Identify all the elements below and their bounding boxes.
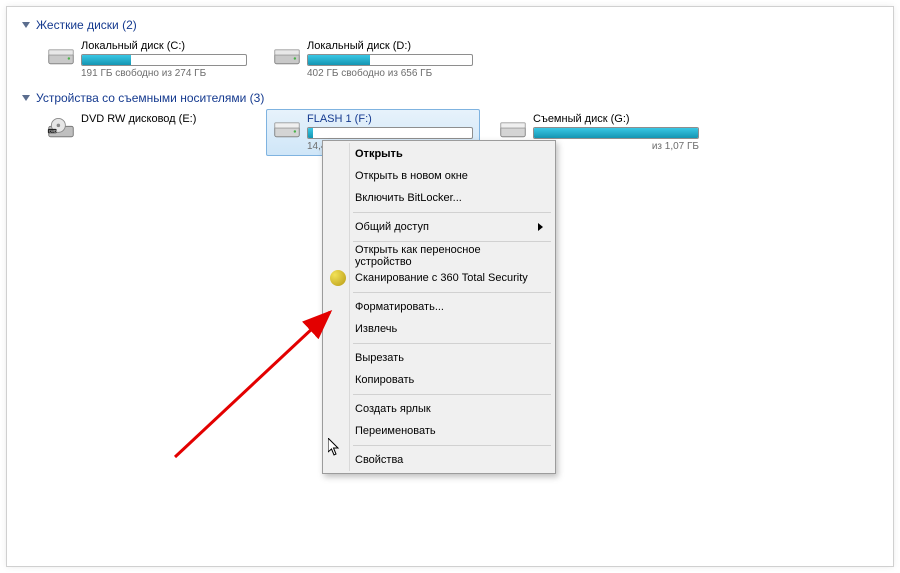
ctx-properties[interactable]: Свойства	[325, 449, 553, 471]
ctx-open-new-window[interactable]: Открыть в новом окне	[325, 165, 553, 187]
ctx-open-portable[interactable]: Открыть как переносное устройство	[325, 245, 553, 267]
chevron-down-icon	[22, 95, 30, 101]
hdd-icon	[47, 42, 75, 68]
capacity-bar	[533, 127, 699, 139]
drive-label: Съемный диск (G:)	[533, 113, 699, 125]
ctx-rename[interactable]: Переименовать	[325, 420, 553, 442]
ctx-cut[interactable]: Вырезать	[325, 347, 553, 369]
menu-separator	[353, 445, 551, 446]
ctx-copy[interactable]: Копировать	[325, 369, 553, 391]
menu-separator	[353, 394, 551, 395]
ctx-eject[interactable]: Извлечь	[325, 318, 553, 340]
group-count: (3)	[250, 91, 265, 105]
ctx-share[interactable]: Общий доступ	[325, 216, 553, 238]
dvd-drive-icon: DVD	[47, 115, 75, 141]
mouse-cursor-icon	[328, 438, 340, 456]
ctx-shortcut[interactable]: Создать ярлык	[325, 398, 553, 420]
drive-status: 402 ГБ свободно из 656 ГБ	[307, 68, 473, 79]
capacity-bar	[81, 54, 247, 66]
group-title: Жесткие диски	[36, 18, 119, 32]
ctx-open[interactable]: Открыть	[325, 143, 553, 165]
drive-label: Локальный диск (C:)	[81, 40, 247, 52]
menu-separator	[353, 343, 551, 344]
removable-drive-icon	[273, 115, 301, 141]
menu-separator	[353, 241, 551, 242]
group-header-hdd[interactable]: Жесткие диски (2)	[22, 18, 886, 32]
hdd-icon	[273, 42, 301, 68]
submenu-arrow-icon	[538, 223, 543, 231]
drive-dvd[interactable]: DVD DVD RW дисковод (E:)	[40, 109, 254, 156]
chevron-down-icon	[22, 22, 30, 28]
drive-label: FLASH 1 (F:)	[307, 113, 473, 125]
drive-label: Локальный диск (D:)	[307, 40, 473, 52]
context-menu: Открыть Открыть в новом окне Включить Bi…	[322, 140, 556, 474]
scan-icon	[330, 270, 346, 286]
svg-text:DVD: DVD	[49, 129, 57, 133]
removable-drive-icon	[499, 115, 527, 141]
capacity-bar	[307, 54, 473, 66]
ctx-bitlocker[interactable]: Включить BitLocker...	[325, 187, 553, 209]
drive-c[interactable]: Локальный диск (C:) 191 ГБ свободно из 2…	[40, 36, 254, 83]
drive-d[interactable]: Локальный диск (D:) 402 ГБ свободно из 6…	[266, 36, 480, 83]
group-count: (2)	[122, 18, 137, 32]
menu-separator	[353, 292, 551, 293]
ctx-scan[interactable]: Сканирование с 360 Total Security	[325, 267, 553, 289]
capacity-bar	[307, 127, 473, 139]
group-header-removable[interactable]: Устройства со съемными носителями (3)	[22, 91, 886, 105]
drive-status: из 1,07 ГБ	[533, 141, 699, 152]
group-title: Устройства со съемными носителями	[36, 91, 246, 105]
drive-status: 191 ГБ свободно из 274 ГБ	[81, 68, 247, 79]
ctx-format[interactable]: Форматировать...	[325, 296, 553, 318]
drive-label: DVD RW дисковод (E:)	[81, 113, 247, 125]
menu-separator	[353, 212, 551, 213]
